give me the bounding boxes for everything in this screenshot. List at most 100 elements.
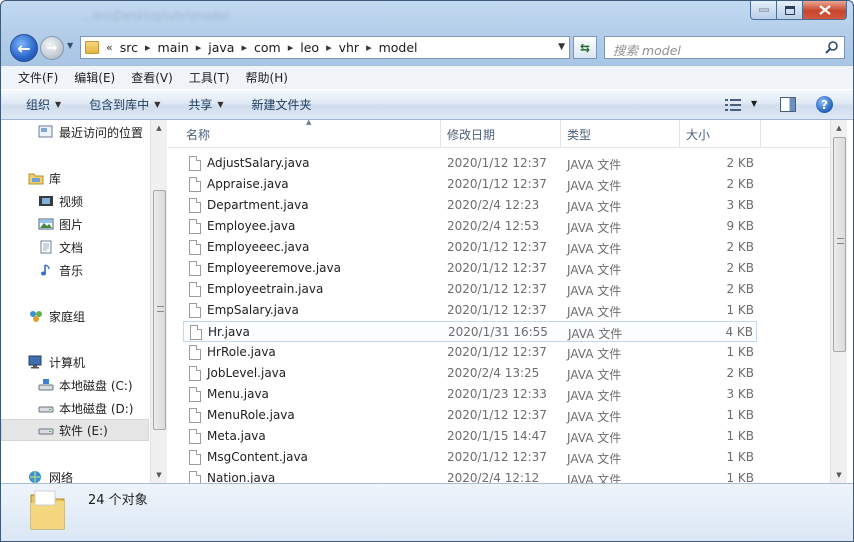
file-name: Hr.java xyxy=(208,325,250,339)
file-row[interactable]: Nation.java 2020/2/4 12:12 JAVA 文件 1 KB xyxy=(183,468,757,483)
nav-libraries[interactable]: 库 xyxy=(1,167,149,189)
breadcrumb-model[interactable]: model xyxy=(379,40,418,55)
nav-pictures[interactable]: 图片 xyxy=(1,213,149,235)
file-type: JAVA 文件 xyxy=(567,368,622,382)
java-file-icon xyxy=(189,450,201,465)
column-divider[interactable] xyxy=(440,120,441,148)
file-row[interactable]: Department.java 2020/2/4 12:23 JAVA 文件 3 KB xyxy=(183,195,757,216)
view-options-chevron-icon[interactable]: ▼ xyxy=(751,99,757,108)
chevron-down-icon: ▼ xyxy=(217,100,224,109)
file-row[interactable]: Meta.java 2020/1/15 14:47 JAVA 文件 1 KB xyxy=(183,426,757,447)
breadcrumb-separator-icon[interactable]: ▸ xyxy=(366,41,372,54)
close-button[interactable] xyxy=(803,1,847,20)
include-in-library-button[interactable]: 包含到库中 ▼ xyxy=(75,96,174,113)
breadcrumb-leo[interactable]: leo xyxy=(300,40,319,55)
recent-pages-dropdown[interactable]: ▼ xyxy=(67,41,77,53)
file-row[interactable]: MenuRole.java 2020/1/12 12:37 JAVA 文件 1 KB xyxy=(183,405,757,426)
nav-computer[interactable]: 计算机 xyxy=(1,351,149,373)
breadcrumb-separator-icon[interactable]: ▸ xyxy=(288,41,294,54)
file-name: AdjustSalary.java xyxy=(207,156,310,170)
breadcrumb-main[interactable]: main xyxy=(158,40,189,55)
breadcrumb-vhr[interactable]: vhr xyxy=(339,40,359,55)
column-date[interactable]: 修改日期 xyxy=(447,126,495,143)
menu-edit[interactable]: 编辑(E) xyxy=(66,69,123,86)
column-divider[interactable] xyxy=(679,120,680,148)
breadcrumb-separator-icon[interactable]: ▸ xyxy=(241,41,247,54)
scroll-down-icon[interactable]: ▼ xyxy=(831,467,847,483)
window-title: ...leo\Desktop\vhr\model xyxy=(81,9,230,23)
breadcrumb-com[interactable]: com xyxy=(254,40,281,55)
chevron-down-icon: ▼ xyxy=(67,41,74,50)
address-bar[interactable]: « src ▸ main ▸ java ▸ com ▸ leo ▸ vhr ▸ … xyxy=(80,36,570,59)
java-file-icon xyxy=(189,408,201,423)
column-type[interactable]: 类型 xyxy=(567,126,591,143)
column-divider[interactable] xyxy=(560,120,561,148)
organize-button[interactable]: 组织 ▼ xyxy=(1,96,75,113)
help-icon[interactable]: ? xyxy=(816,96,833,113)
nav-recent-label: 最近访问的位置 xyxy=(59,125,144,140)
file-type: JAVA 文件 xyxy=(568,327,623,341)
file-type: JAVA 文件 xyxy=(567,305,622,319)
address-history-chevron-icon[interactable]: ▼ xyxy=(558,42,565,52)
refresh-button[interactable]: ⇆ xyxy=(573,36,597,59)
search-input[interactable]: 搜索 model xyxy=(604,36,845,59)
nav-videos[interactable]: 视频 xyxy=(1,190,149,212)
column-divider[interactable] xyxy=(760,120,761,148)
menu-view[interactable]: 查看(V) xyxy=(123,69,181,86)
nav-drive-c[interactable]: 本地磁盘 (C:) xyxy=(1,374,149,396)
nav-drive-e[interactable]: 软件 (E:) xyxy=(1,419,149,441)
file-size: 1 KB xyxy=(726,429,754,443)
maximize-button[interactable] xyxy=(777,1,803,20)
search-icon[interactable] xyxy=(825,40,839,54)
nav-documents[interactable]: 文档 xyxy=(1,236,149,258)
nav-drive-d[interactable]: 本地磁盘 (D:) xyxy=(1,397,149,419)
nav-music[interactable]: 音乐 xyxy=(1,259,149,281)
scroll-up-icon[interactable]: ▲ xyxy=(831,120,847,136)
file-row[interactable]: MsgContent.java 2020/1/12 12:37 JAVA 文件 1 K… xyxy=(183,447,757,468)
new-folder-button[interactable]: 新建文件夹 xyxy=(238,96,326,113)
menu-tools[interactable]: 工具(T) xyxy=(181,69,238,86)
file-row[interactable]: EmpSalary.java 2020/1/12 12:37 JAVA 文件 1 KB xyxy=(183,300,757,321)
file-list-scroll-thumb[interactable] xyxy=(833,137,846,352)
title-bar[interactable]: ...leo\Desktop\vhr\model xyxy=(1,1,853,31)
file-row[interactable]: Employeetrain.java 2020/1/12 12:37 JAVA 文件… xyxy=(183,279,757,300)
nav-recent-places[interactable]: 最近访问的位置 xyxy=(1,121,149,143)
file-row[interactable]: Employeeremove.java 2020/1/12 12:37 JAVA 文… xyxy=(183,258,757,279)
column-name[interactable]: 名称 xyxy=(186,126,210,143)
forward-button[interactable]: → xyxy=(40,36,64,60)
address-overflow[interactable]: « xyxy=(106,41,113,54)
java-file-icon xyxy=(189,177,201,192)
back-button[interactable]: ← xyxy=(10,34,38,62)
file-row[interactable]: Menu.java 2020/1/23 12:33 JAVA 文件 3 KB xyxy=(183,384,757,405)
file-row[interactable]: JobLevel.java 2020/2/4 13:25 JAVA 文件 2 KB xyxy=(183,363,757,384)
breadcrumb-separator-icon[interactable]: ▸ xyxy=(326,41,332,54)
share-button[interactable]: 共享 ▼ xyxy=(174,96,237,113)
breadcrumb-src[interactable]: src xyxy=(120,40,138,55)
nav-homegroup[interactable]: 家庭组 xyxy=(1,305,149,327)
file-date: 2020/1/31 16:55 xyxy=(448,325,548,339)
navigation-scrollbar[interactable]: ▲ ▼ xyxy=(150,120,167,483)
scroll-down-icon[interactable]: ▼ xyxy=(151,467,167,483)
navigation-scroll-thumb[interactable] xyxy=(153,190,166,430)
file-row[interactable]: Employee.java 2020/2/4 12:53 JAVA 文件 9 KB xyxy=(183,216,757,237)
nav-network[interactable]: 网络 xyxy=(1,466,149,483)
file-row-selected[interactable]: Hr.java 2020/1/31 16:55 JAVA 文件 4 KB xyxy=(183,321,757,342)
view-options-icon[interactable] xyxy=(725,98,741,112)
file-type: JAVA 文件 xyxy=(567,221,622,235)
file-row[interactable]: AdjustSalary.java 2020/1/12 12:37 JAVA 文件 2… xyxy=(183,153,757,174)
menu-help[interactable]: 帮助(H) xyxy=(238,69,296,86)
file-row[interactable]: Appraise.java 2020/1/12 12:37 JAVA 文件 2 KB xyxy=(183,174,757,195)
folder-icon xyxy=(85,41,99,54)
nav-homegroup-label: 家庭组 xyxy=(49,309,86,324)
breadcrumb-java[interactable]: java xyxy=(208,40,234,55)
scroll-up-icon[interactable]: ▲ xyxy=(151,120,167,136)
file-row[interactable]: HrRole.java 2020/1/12 12:37 JAVA 文件 1 KB xyxy=(183,342,757,363)
breadcrumb-separator-icon[interactable]: ▸ xyxy=(145,41,151,54)
preview-pane-icon[interactable] xyxy=(780,97,796,112)
column-size[interactable]: 大小 xyxy=(686,126,710,143)
menu-file[interactable]: 文件(F) xyxy=(1,69,66,86)
minimize-button[interactable] xyxy=(750,1,777,20)
file-row[interactable]: Employeeec.java 2020/1/12 12:37 JAVA 文件 2 K… xyxy=(183,237,757,258)
breadcrumb-separator-icon[interactable]: ▸ xyxy=(196,41,202,54)
file-list-scrollbar[interactable]: ▲ ▼ xyxy=(830,120,847,483)
